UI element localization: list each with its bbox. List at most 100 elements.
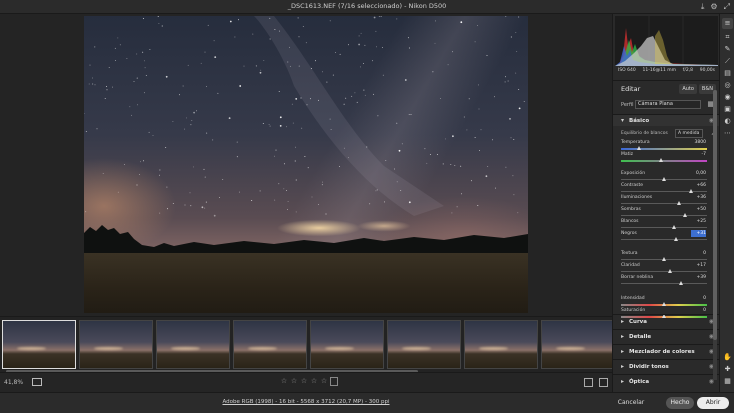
slider-track[interactable]	[621, 148, 707, 150]
section-header[interactable]: ▸ Óptica ◉	[613, 374, 719, 388]
cancel-button[interactable]: Cancelar	[617, 397, 645, 409]
star-icon[interactable]: ☆	[320, 377, 328, 386]
slider-thumb[interactable]	[678, 281, 683, 285]
slider-thumb[interactable]	[637, 146, 642, 150]
slider-thumb[interactable]	[683, 213, 687, 217]
preview-canvas[interactable]	[0, 14, 612, 316]
filmstrip-thumb[interactable]	[464, 320, 538, 369]
section-header[interactable]: ▸ Dividir tonos ◉	[613, 359, 719, 373]
slider-value[interactable]: 3800	[691, 139, 706, 146]
slider-thumb[interactable]	[661, 257, 666, 261]
sampler-icon[interactable]: ✚	[722, 364, 733, 375]
healing-icon[interactable]: ✎	[722, 44, 733, 55]
trash-icon[interactable]	[330, 377, 338, 386]
filmstrip-thumb[interactable]	[310, 320, 384, 369]
slider-label: Iluminaciones	[621, 195, 653, 200]
slider-label: Claridad	[621, 263, 640, 268]
slider-track[interactable]	[621, 271, 707, 272]
single-view-icon[interactable]	[584, 378, 593, 387]
slider-value[interactable]: +36	[691, 194, 707, 201]
star-rating[interactable]: ☆ ☆ ☆ ☆ ☆	[280, 377, 338, 386]
filmstrip-toggle-icon[interactable]	[32, 378, 42, 386]
filmstrip-thumb[interactable]	[233, 320, 307, 369]
section-header[interactable]: ▸ Detalle ◉	[613, 329, 719, 343]
slider-label: Exposición	[621, 171, 646, 176]
grid-icon[interactable]: ▦	[722, 376, 733, 387]
filmstrip[interactable]	[0, 316, 615, 373]
white-balance-select[interactable]: A medida	[675, 129, 703, 138]
slider-value[interactable]: 0	[691, 250, 706, 257]
star-icon[interactable]: ☆	[280, 377, 288, 386]
histogram	[615, 16, 718, 66]
star-icon[interactable]: ☆	[310, 377, 318, 386]
redeye-icon[interactable]: ◉	[722, 92, 733, 103]
panel-scrollbar[interactable]	[713, 90, 717, 380]
filmstrip-thumb[interactable]	[541, 320, 615, 369]
edit-panel: ISO 640 11-16@11 mm f/2,8 90,00s Editar …	[612, 14, 719, 392]
section-header[interactable]: ▸ Mezclador de colores ◉	[613, 344, 719, 358]
edit-icon[interactable]: ≡	[722, 18, 733, 29]
slider-value[interactable]: 0	[691, 295, 706, 302]
expand-icon[interactable]: ⤢	[724, 2, 730, 12]
slider-value[interactable]: +17	[691, 262, 707, 269]
snapshot-icon[interactable]: ▣	[722, 104, 733, 115]
section-header[interactable]: ▸ Curva ◉	[613, 314, 719, 328]
slider-thumb[interactable]	[674, 237, 679, 241]
slider-track[interactable]	[621, 160, 707, 162]
slider-value[interactable]: +66	[691, 182, 707, 189]
filmstrip-thumb[interactable]	[2, 320, 76, 369]
preview-image[interactable]	[84, 16, 528, 313]
slider-track[interactable]	[621, 283, 707, 284]
done-button[interactable]: Hecho	[666, 397, 694, 409]
slider-value[interactable]: 0	[691, 307, 706, 314]
slider-row: Negros +31	[613, 230, 719, 243]
compare-view-icon[interactable]	[599, 378, 608, 387]
slider-thumb[interactable]	[689, 189, 694, 193]
slider-value[interactable]: +31	[691, 230, 706, 237]
section-basic-header[interactable]: ▾ Básico ◉	[613, 114, 719, 126]
hand-icon[interactable]: ✋	[722, 352, 733, 363]
treeline	[84, 225, 528, 255]
slider-value[interactable]: +39	[691, 274, 707, 281]
slider-track[interactable]	[621, 203, 707, 204]
profile-select[interactable]: Cámara Plana	[635, 100, 701, 109]
edit-buttons: Auto B&N	[679, 84, 716, 94]
filmstrip-thumb[interactable]	[79, 320, 153, 369]
panel-scrollbar-thumb[interactable]	[713, 90, 717, 340]
slider-thumb[interactable]	[668, 269, 673, 273]
title-bar: _DSC1613.NEF (7/16 seleccionado) - Nikon…	[0, 0, 734, 14]
slider-thumb[interactable]	[661, 302, 666, 306]
slider-track[interactable]	[621, 191, 707, 192]
graduated-filter-icon[interactable]: ▤	[722, 68, 733, 79]
more-icon[interactable]: ⋯	[722, 128, 733, 139]
tool-strip: ≡ ⌗ ✎ ⟋ ▤ ◎ ◉ ▣ ◐ ⋯ ✋ ✚ ▦	[719, 14, 734, 392]
gear-icon[interactable]: ⚙	[710, 2, 717, 12]
slider-value[interactable]: 0,00	[691, 170, 706, 177]
workflow-options-link[interactable]: Adobe RGB (1998) - 16 bit - 5568 x 3712 …	[0, 399, 612, 405]
open-button[interactable]: Abrir	[697, 397, 729, 409]
presets-icon[interactable]: ◐	[722, 116, 733, 127]
save-icon[interactable]: ⤓	[701, 2, 705, 12]
star-icon[interactable]: ☆	[300, 377, 308, 386]
slider-value[interactable]: -7	[691, 151, 707, 158]
slider-thumb[interactable]	[676, 201, 681, 205]
slider-row: Matiz -7	[613, 152, 719, 164]
crop-icon[interactable]: ⌗	[722, 32, 733, 43]
slider-track[interactable]	[621, 227, 707, 228]
slider-value[interactable]: +25	[691, 218, 707, 225]
brush-icon[interactable]: ⟋	[722, 56, 733, 67]
slider-value[interactable]: +50	[691, 206, 707, 213]
star-icon[interactable]: ☆	[290, 377, 298, 386]
auto-button[interactable]: Auto	[679, 84, 697, 94]
white-balance-label: Equilibrio de blancos	[621, 131, 668, 136]
filmstrip-thumb[interactable]	[387, 320, 461, 369]
slider-track[interactable]	[621, 215, 707, 216]
zoom-level[interactable]: 41,8%	[4, 379, 23, 386]
slider-thumb[interactable]	[671, 225, 676, 229]
slider-thumb[interactable]	[661, 177, 666, 181]
radial-filter-icon[interactable]: ◎	[722, 80, 733, 91]
exif-info: ISO 640 11-16@11 mm f/2,8 90,00s	[615, 68, 718, 78]
slider-thumb[interactable]	[658, 158, 663, 162]
filmstrip-thumb[interactable]	[156, 320, 230, 369]
slider-track[interactable]	[621, 239, 707, 240]
